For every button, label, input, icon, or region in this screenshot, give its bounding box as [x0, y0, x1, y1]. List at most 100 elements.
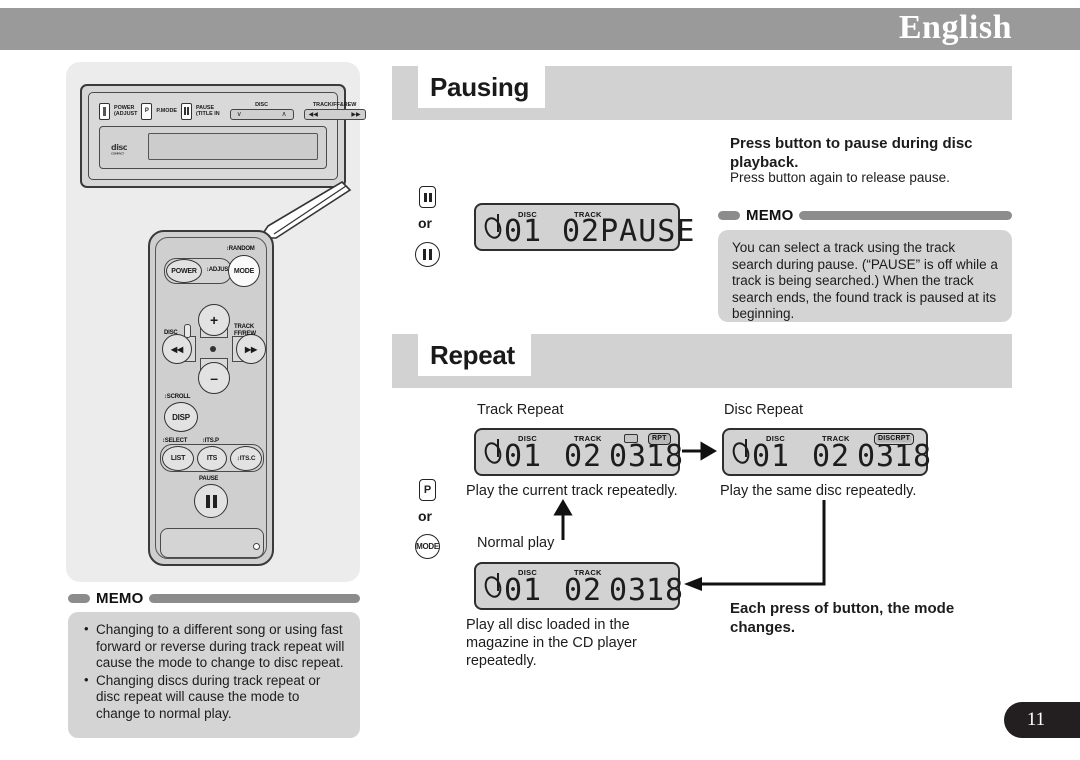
track-rocker-icon: ◀◀ ▶▶ — [303, 109, 366, 120]
disc-rocker-group: DISC ∨ ∧ — [229, 102, 294, 120]
remote-disc-label: DISC — [164, 330, 178, 336]
normal-play-lcd-display: DISC TRACK 01 02 03 18 — [474, 562, 683, 610]
p-mode-button-icon: P — [141, 102, 153, 120]
ir-emitter-icon — [253, 543, 260, 550]
left-memo-body: Changing to a different song or using fa… — [68, 612, 360, 738]
pause-bars-icon — [422, 249, 433, 260]
remote-plus-label: + — [210, 312, 218, 328]
track-repeat-time-value: 03 — [609, 439, 648, 474]
repeat-section-heading: Repeat — [392, 334, 1012, 390]
disc-repeat-track-value: 02 — [812, 439, 851, 474]
remote-its-button[interactable]: ITS — [197, 446, 227, 471]
manual-page: English POWER (ADJUST P P.MODE PAUSE (TI — [0, 0, 1080, 760]
p-key-label: P — [423, 484, 432, 496]
head-unit-display-bezel: disc COMPACT — [99, 126, 327, 169]
normal-play-caption: Play all disc loaded in the magazine in … — [466, 617, 637, 669]
music-note-icon — [484, 437, 505, 467]
repeat-or-label: or — [418, 508, 432, 524]
page-number-tab: 11 — [1004, 702, 1080, 738]
svg-text:COMPACT: COMPACT — [111, 151, 125, 155]
disc-repeat-caption: Play the same disc repeatedly. — [720, 483, 917, 499]
remote-next-button[interactable]: ▶▶ — [236, 334, 266, 364]
remote-pause-label: PAUSE — [199, 476, 219, 482]
music-note-icon — [484, 212, 505, 242]
remote-power-label: POWER — [171, 267, 197, 275]
remote-list-label: LIST — [170, 455, 186, 462]
pause-bars-icon — [423, 192, 432, 202]
normal-play-track-value: 02 — [564, 573, 603, 608]
remote-control-illustration: POWER ↕ADJUST ↕RANDOM MODE + – ◀◀ ▶▶ DIS… — [148, 230, 274, 566]
pause-circle-key-icon[interactable] — [415, 242, 440, 267]
cd-logo-icon: disc COMPACT — [110, 140, 140, 156]
remote-plus-button[interactable]: + — [198, 304, 230, 336]
remote-random-label: ↕RANDOM — [226, 246, 255, 252]
pause-button-label: PAUSE (TITLE IN — [195, 105, 220, 117]
memo-bar-icon — [799, 211, 1012, 220]
remote-mode-label: MODE — [233, 267, 255, 275]
arrow-elbow-icon — [676, 500, 836, 592]
pausing-title-box: Pausing — [418, 66, 546, 108]
arrow-up-icon — [552, 499, 574, 540]
dpad-center-dot — [210, 346, 216, 352]
left-memo-header: MEMO — [68, 590, 360, 607]
head-unit-face: POWER (ADJUST P P.MODE PAUSE (TITLE IN D… — [88, 92, 366, 180]
pause-key-icon[interactable] — [419, 186, 436, 208]
pausing-instruction-bold: Press button to pause during disc playba… — [730, 135, 973, 171]
pausing-or-label: or — [418, 215, 432, 231]
remote-disp-label: DISP — [172, 412, 190, 422]
track-group-label: TRACK/FF&REW — [312, 102, 357, 108]
p-mode-button-label: P.MODE — [156, 108, 177, 114]
remote-pause-button[interactable] — [194, 484, 228, 518]
repeat-title-box: Repeat — [418, 334, 531, 376]
arrow-right-icon — [682, 441, 717, 462]
remote-power-button[interactable]: POWER — [166, 259, 202, 283]
page-title: English — [898, 9, 1012, 46]
head-unit-button-row: POWER (ADJUST P P.MODE PAUSE (TITLE IN D… — [99, 100, 366, 122]
pausing-memo-body: You can select a track using the track s… — [718, 230, 1012, 322]
normal-play-time-value: 03 — [609, 573, 648, 608]
remote-next-label: ▶▶ — [245, 344, 257, 354]
disc-repeat-disc-value: 01 — [752, 439, 791, 474]
remote-prev-button[interactable]: ◀◀ — [162, 334, 192, 364]
disc-group-label: DISC — [255, 102, 269, 108]
track-repeat-time-value2: 18 — [646, 439, 685, 474]
pausing-lcd-track-value: 02PAUSE — [562, 214, 696, 249]
pausing-instruction-sub: Press button again to release pause. — [730, 170, 950, 185]
track-rocker-group: TRACK/FF&REW ◀◀ ▶▶ — [303, 102, 366, 120]
remote-disp-button[interactable]: DISP — [164, 402, 198, 432]
disc-slot-icon — [184, 324, 191, 338]
pause-bars-icon — [205, 494, 217, 508]
repeat-footer-note: Each press of button, the mode changes. — [730, 600, 955, 636]
pausing-lcd-display: DISC TRACK 01 02PAUSE — [474, 203, 694, 251]
left-memo-item: Changing discs during track repeat or di… — [82, 672, 346, 723]
disc-repeat-title: Disc Repeat — [724, 402, 803, 418]
left-memo-title: MEMO — [96, 590, 144, 607]
remote-mode-button[interactable]: MODE — [228, 255, 260, 287]
remote-minus-button[interactable]: – — [198, 362, 230, 394]
head-unit-illustration: POWER (ADJUST P P.MODE PAUSE (TITLE IN D… — [80, 84, 366, 188]
mode-key-label: MODE — [416, 542, 439, 551]
power-button-icon — [99, 102, 110, 120]
pause-button-icon — [180, 102, 192, 120]
track-repeat-track-value: 02 — [564, 439, 603, 474]
disc-rocker-icon: ∨ ∧ — [229, 109, 294, 120]
remote-itsc-button[interactable]: ↕ITS.C — [230, 446, 262, 471]
track-repeat-badge: RPT — [648, 433, 671, 445]
power-button-label: POWER (ADJUST — [114, 105, 138, 117]
remote-minus-label: – — [210, 370, 218, 386]
track-repeat-title: Track Repeat — [477, 402, 564, 418]
track-repeat-disc-value: 01 — [504, 439, 543, 474]
remote-list-button[interactable]: LIST — [162, 446, 194, 471]
illustration-panel: POWER (ADJUST P P.MODE PAUSE (TITLE IN D… — [66, 62, 366, 582]
pausing-lcd-disc-value: 01 — [504, 214, 543, 249]
track-repeat-lcd-display: DISC TRACK 01 02 03 18 RPT — [474, 428, 683, 476]
disc-repeat-time-value2: 18 — [894, 439, 933, 474]
page-number: 11 — [1026, 709, 1046, 730]
memo-dot-icon — [718, 211, 740, 220]
p-key-icon[interactable]: P — [419, 479, 436, 501]
pausing-memo-header: MEMO — [718, 207, 1012, 224]
memo-dot-icon — [68, 594, 90, 603]
mode-key-icon[interactable]: MODE — [415, 534, 440, 559]
remote-bottom-pill — [160, 528, 264, 558]
remote-itsc-label: ↕ITS.C — [236, 455, 256, 462]
